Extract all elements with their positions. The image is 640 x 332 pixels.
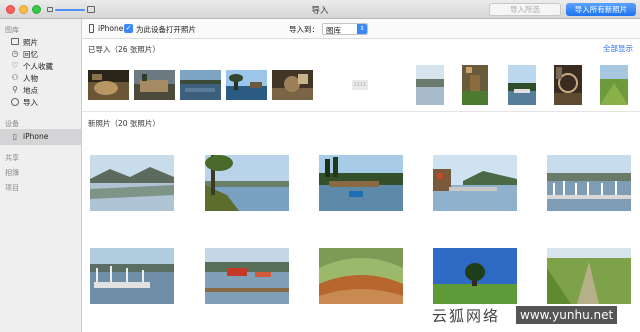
photos-icon: [11, 38, 19, 45]
new-photo-thumbnail[interactable]: [205, 248, 289, 304]
import-selected-button[interactable]: 导入所选: [489, 3, 561, 16]
sidebar-item-label: iPhone: [23, 132, 49, 141]
new-photo-thumbnail[interactable]: [205, 155, 289, 211]
imported-photo-thumbnail[interactable]: [508, 65, 536, 105]
heart-icon: ♡: [11, 61, 19, 70]
pin-icon: ⚲: [12, 85, 18, 94]
clock-icon: [11, 98, 19, 106]
library-header: 图库: [5, 26, 19, 34]
memories-icon: ◷: [11, 49, 19, 58]
imported-photo-thumbnail[interactable]: [180, 70, 221, 100]
open-photos-label[interactable]: 为此设备打开照片: [136, 24, 196, 35]
imported-photo-thumbnail[interactable]: [462, 65, 488, 105]
iphone-icon: [89, 24, 94, 33]
sidebar-item-label: 地点: [23, 86, 38, 95]
new-photo-thumbnail[interactable]: [433, 155, 517, 211]
sidebar-item-label: 回忆: [23, 50, 38, 59]
shared-header[interactable]: 共享: [5, 153, 19, 163]
sidebar-item-iphone[interactable]: ▯ iPhone: [0, 129, 81, 145]
projects-header[interactable]: 项目: [5, 183, 19, 193]
imported-photo-thumbnail[interactable]: [554, 65, 582, 105]
title-bar: 导入 导入所选 导入所有新照片: [0, 0, 640, 19]
new-photo-thumbnail[interactable]: [433, 248, 517, 304]
imported-photo-thumbnail[interactable]: [600, 65, 628, 105]
imported-photo-thumbnail[interactable]: [226, 70, 267, 100]
imported-photo-thumbnail[interactable]: [134, 70, 175, 100]
sidebar-item-label: 人物: [23, 74, 38, 83]
sidebar-item-label: 个人收藏: [23, 62, 53, 71]
devices-header: 设备: [5, 120, 19, 128]
chevron-updown-icon: ⇕: [357, 24, 367, 34]
new-photo-thumbnail[interactable]: [319, 248, 403, 304]
import-toolbar: iPhone ✓ 为此设备打开照片 导入到： 图库 ⇕: [82, 19, 640, 39]
import-window: 导入 导入所选 导入所有新照片 图库 照片 ◷ 回忆 ♡ 个人收藏 ⚇ 人物 ⚲…: [0, 0, 640, 332]
sidebar-item-label: 照片: [23, 38, 38, 47]
albums-header[interactable]: 相簿: [5, 168, 19, 178]
import-to-label: 导入到：: [289, 25, 319, 34]
watermark-text: 云狐网络: [432, 307, 501, 325]
sidebar-item-photos[interactable]: 照片: [0, 36, 81, 48]
sidebar-item-people[interactable]: ⚇ 人物: [0, 72, 81, 84]
sidebar-item-label: 导入: [23, 98, 38, 107]
sidebar: 图库 照片 ◷ 回忆 ♡ 个人收藏 ⚇ 人物 ⚲ 地点 导入 设备 ▯ iPho…: [0, 19, 82, 332]
new-photo-thumbnail[interactable]: [90, 248, 174, 304]
section-divider: [82, 111, 640, 112]
new-photo-thumbnail[interactable]: [547, 155, 631, 211]
new-photos-section-title: 新照片（20 张照片）: [88, 119, 160, 128]
new-photo-thumbnail[interactable]: [90, 155, 174, 211]
device-name: iPhone: [98, 24, 124, 33]
import-destination-value: 图库: [326, 26, 341, 35]
open-photos-checkbox[interactable]: ✓: [124, 24, 133, 33]
loading-thumbnail-placeholder: 1111: [352, 80, 368, 90]
sidebar-item-memories[interactable]: ◷ 回忆: [0, 48, 81, 60]
person-icon: ⚇: [11, 73, 19, 82]
import-destination-select[interactable]: 图库 ⇕: [322, 23, 368, 35]
show-all-link[interactable]: 全部显示: [603, 43, 633, 54]
imported-section-title: 已导入（26 张照片）: [88, 45, 160, 54]
imported-photo-thumbnail[interactable]: [272, 70, 313, 100]
imported-photo-thumbnail[interactable]: [88, 70, 129, 100]
new-photo-thumbnail[interactable]: [319, 155, 403, 211]
sidebar-item-places[interactable]: ⚲ 地点: [0, 84, 81, 96]
watermark-url: www.yunhu.net: [516, 306, 618, 324]
sidebar-item-favorites[interactable]: ♡ 个人收藏: [0, 60, 81, 72]
sidebar-item-imports[interactable]: 导入: [0, 96, 81, 108]
iphone-icon: ▯: [12, 132, 18, 141]
new-photo-thumbnail[interactable]: [547, 248, 631, 304]
imported-photo-thumbnail[interactable]: [416, 65, 444, 105]
import-all-new-button[interactable]: 导入所有新照片: [566, 3, 636, 16]
